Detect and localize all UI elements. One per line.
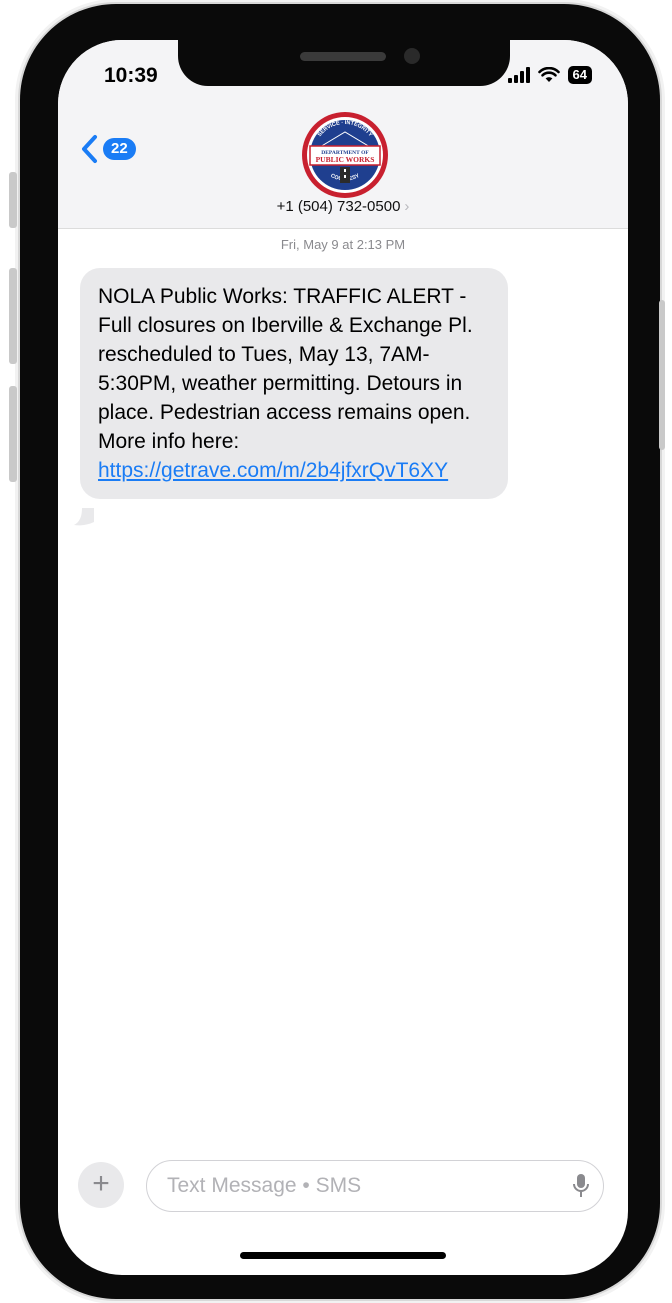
camera: [404, 48, 420, 64]
message-composer: +: [58, 1156, 628, 1226]
volume-up-button: [9, 268, 17, 364]
status-icons: 64: [507, 66, 592, 84]
plus-icon: +: [92, 1167, 110, 1200]
back-chevron-icon: [82, 135, 97, 163]
unread-count-badge: 22: [103, 138, 136, 160]
signal-icon: [507, 67, 530, 83]
battery-icon: 64: [567, 66, 592, 84]
status-time: 10:39: [104, 64, 158, 87]
contact-number[interactable]: +1 (504) 732-0500 ›: [58, 198, 628, 215]
wifi-icon: [537, 67, 560, 82]
message-bubble[interactable]: NOLA Public Works: TRAFFIC ALERT - Full …: [80, 268, 508, 499]
avatar-logo-text: PUBLIC WORKS: [316, 155, 375, 164]
chevron-right-icon: ›: [404, 198, 410, 215]
phone-screen: 10:39 64 22 DEPARTMENT OF PUBLIC WORKS S…: [58, 40, 628, 1275]
speaker: [300, 52, 386, 61]
power-button: [659, 300, 665, 450]
microphone-icon[interactable]: [573, 1173, 589, 1199]
contact-avatar[interactable]: DEPARTMENT OF PUBLIC WORKS SERVICE · INT…: [300, 110, 390, 200]
message-field[interactable]: [146, 1160, 604, 1212]
home-indicator[interactable]: [240, 1252, 446, 1259]
silent-switch: [9, 172, 17, 228]
back-button[interactable]: 22: [80, 134, 136, 164]
message-link[interactable]: https://getrave.com/m/2b4jfxrQvT6XY: [98, 459, 448, 482]
message-text: NOLA Public Works: TRAFFIC ALERT - Full …: [98, 285, 473, 453]
volume-down-button: [9, 386, 17, 482]
notch: [178, 40, 510, 86]
bubble-tail: [74, 508, 94, 526]
message-timestamp: Fri, May 9 at 2:13 PM: [280, 237, 406, 252]
message-input[interactable]: [165, 1173, 549, 1199]
plus-button[interactable]: +: [78, 1162, 124, 1208]
contact-number-text: +1 (504) 732-0500: [276, 198, 401, 215]
